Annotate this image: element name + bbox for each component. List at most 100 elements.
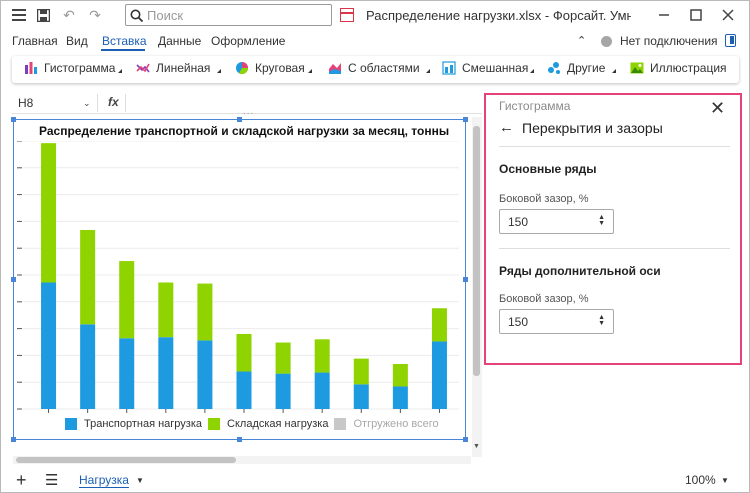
resize-handle[interactable] [237,117,242,122]
bar-transport-7[interactable] [275,373,291,409]
panel-back-link[interactable]: ← Перекрытия и зазоры [499,119,663,136]
bar-transport-10[interactable] [392,386,408,409]
resize-handle[interactable] [463,437,468,442]
ribbon-label: С областями [348,61,420,75]
formula-input[interactable] [128,94,478,112]
resize-handle[interactable] [463,117,468,122]
bar-warehouse-6[interactable] [236,333,252,372]
bar-transport-3[interactable] [119,338,135,409]
scroll-down-icon[interactable]: ▼ [473,443,480,450]
menu-data[interactable]: Данные [158,34,201,48]
ribbon-histogram-button[interactable]: Гистограмма [24,61,115,75]
divider [97,94,98,112]
redo-icon[interactable]: ↷ [85,5,105,25]
maximize-icon[interactable] [687,6,705,24]
search-box[interactable]: Поиск [125,4,332,26]
resize-handle[interactable] [11,437,16,442]
ribbon-line-button[interactable]: Линейная [136,61,210,75]
document-title: Распределение нагрузки.xlsx - Форсайт. У… [366,8,631,23]
bar-transport-11[interactable] [431,341,447,409]
sheet-list-icon[interactable]: ☰ [45,471,58,489]
bar-warehouse-10[interactable] [392,363,408,387]
resize-handle[interactable] [11,117,16,122]
chevron-down-icon[interactable]: ⌄ [83,98,91,109]
legend-item-shipped[interactable]: Отгружено всего [334,418,439,430]
menu-insert[interactable]: Вставка [102,34,147,48]
chevron-down-icon[interactable] [118,69,122,73]
ribbon-label: Иллюстрация [650,61,727,75]
bar-warehouse-3[interactable] [119,261,135,339]
save-icon[interactable] [33,5,53,25]
chart-title: Распределение транспортной и складской н… [39,124,450,138]
divider [125,94,126,112]
legend-item-warehouse[interactable]: Складская нагрузка [208,418,328,430]
ribbon-area-button[interactable]: С областями [328,61,420,75]
more-handle-icon[interactable]: ... [243,106,254,117]
minimize-icon[interactable] [655,6,673,24]
connection-status[interactable]: Нет подключения [601,34,718,48]
add-sheet-icon[interactable]: + [16,470,27,491]
resize-handle[interactable] [237,437,242,442]
chart-plot[interactable] [13,141,465,413]
bar-warehouse-4[interactable] [158,282,174,338]
status-dot-icon [601,35,612,47]
bar-transport-5[interactable] [197,340,213,409]
function-icon[interactable]: fx [108,95,119,109]
ribbon-mixed-button[interactable]: Смешанная [442,61,528,75]
chevron-down-icon[interactable] [308,69,312,73]
gap-width-secondary-stepper[interactable]: 150 ▲ ▼ [499,309,614,334]
ribbon-label: Гистограмма [44,61,116,75]
connection-label: Нет подключения [620,34,718,48]
bar-transport-2[interactable] [80,324,96,409]
chart-settings-panel: Гистограмма ✕ ← Перекрытия и зазоры Осно… [484,93,742,365]
bar-transport-4[interactable] [158,337,174,409]
side-panel-toggle-icon[interactable] [725,34,736,47]
gap-width-label: Боковой зазор, % [499,193,589,205]
ribbon-illustration-button[interactable]: Иллюстрация [630,61,727,75]
bar-warehouse-1[interactable] [41,143,57,283]
cell-reference[interactable]: H8 [18,96,33,110]
horizontal-scroll-thumb[interactable] [16,457,236,463]
stepper-arrows-icon[interactable]: ▲ ▼ [598,214,605,227]
chevron-down-icon[interactable] [612,69,616,73]
hamburger-menu-icon[interactable] [9,5,29,25]
bar-warehouse-5[interactable] [197,283,213,341]
menu-view[interactable]: Вид [66,34,88,48]
bar-transport-1[interactable] [41,282,57,409]
gap-width-label: Боковой зазор, % [499,293,589,305]
chevron-down-icon[interactable] [217,69,221,73]
bar-warehouse-8[interactable] [314,339,330,373]
menu-format[interactable]: Оформление [211,34,285,48]
close-window-icon[interactable] [719,6,737,24]
sheet-tab[interactable]: Нагрузка [79,473,129,488]
bar-warehouse-11[interactable] [431,308,447,342]
bar-chart-icon [25,62,37,74]
legend-label: Отгружено всего [353,418,439,430]
gap-width-main-stepper[interactable]: 150 ▲ ▼ [499,209,614,234]
menu-home[interactable]: Главная [12,34,58,48]
bar-warehouse-7[interactable] [275,342,291,374]
collapse-ribbon-icon[interactable]: ⌃ [577,34,586,47]
undo-icon[interactable]: ↶ [59,5,79,25]
status-bar: + ☰ Нагрузка ▼ 100% ▼ [1,467,749,493]
bar-warehouse-2[interactable] [80,229,96,325]
chevron-down-icon[interactable] [426,69,430,73]
vertical-scroll-thumb[interactable] [473,126,480,376]
close-icon[interactable]: ✕ [710,98,725,119]
arrow-left-icon[interactable]: ← [499,119,514,136]
ribbon-pie-button[interactable]: Круговая [235,61,305,75]
ribbon-other-button[interactable]: Другие [547,61,605,75]
other-charts-icon [548,62,560,74]
zoom-level[interactable]: 100% [685,473,716,487]
bar-transport-8[interactable] [314,372,330,409]
divider [499,248,730,249]
chevron-down-icon[interactable]: ▼ [721,476,729,485]
bar-warehouse-9[interactable] [353,358,369,385]
chevron-down-icon[interactable]: ▼ [136,476,144,485]
area-chart-icon [329,63,341,74]
bar-transport-6[interactable] [236,371,252,409]
bar-transport-9[interactable] [353,384,369,409]
legend-item-transport[interactable]: Транспортная нагрузка [65,418,202,430]
chevron-down-icon[interactable] [530,69,534,73]
stepper-arrows-icon[interactable]: ▲ ▼ [598,314,605,327]
